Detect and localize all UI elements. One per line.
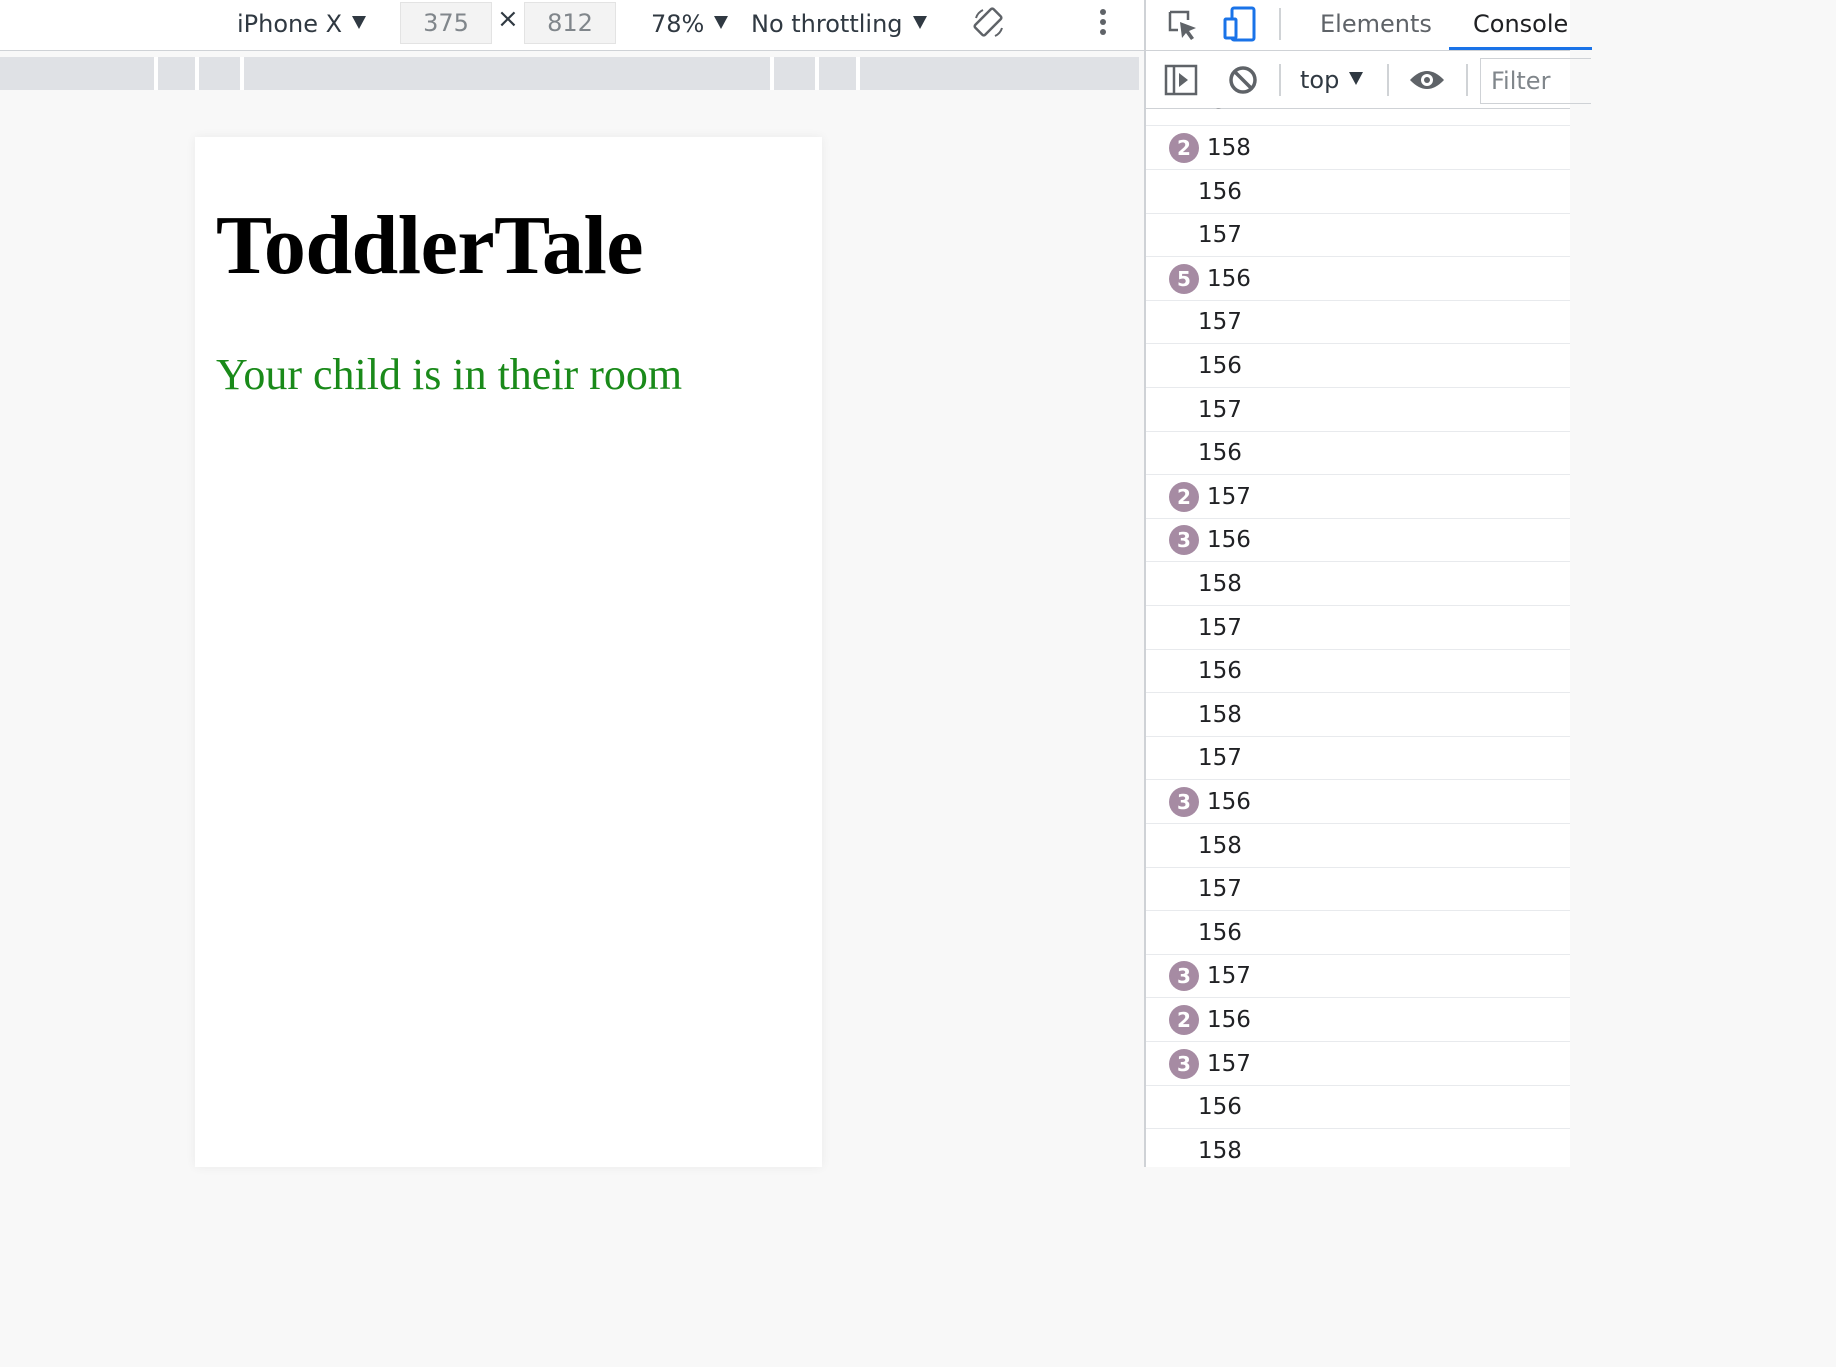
width-input[interactable]: 375 xyxy=(400,2,492,44)
chevron-down-icon xyxy=(352,15,367,29)
log-row: 158 xyxy=(1146,563,1570,606)
repeat-count-badge: 2 xyxy=(1169,133,1199,163)
log-row: 156 xyxy=(1146,345,1570,388)
devtools-panel: Elements Console top Filter 2 158 156 15… xyxy=(1144,0,1593,1167)
device-select-label: iPhone X xyxy=(237,10,343,38)
console-toolbar: top Filter xyxy=(1146,52,1591,109)
zoom-select-label: 78% xyxy=(651,10,705,38)
device-toolbar: iPhone X 375 × 812 78% No throttling xyxy=(0,0,1144,51)
more-options-icon[interactable] xyxy=(1100,9,1108,39)
log-row: 156 xyxy=(1146,912,1570,955)
dimension-separator: × xyxy=(497,4,519,34)
child-status-message: Your child is in their room xyxy=(216,350,683,399)
log-row: 156 xyxy=(1146,171,1570,214)
live-expression-eye-icon[interactable] xyxy=(1408,66,1446,98)
tab-elements[interactable]: Elements xyxy=(1320,0,1432,48)
console-log-list: 157 2 158 156 157 5 156 157 156 157 156 2 157 3 156 15… xyxy=(1146,108,1570,1167)
sidebar-toggle-icon[interactable] xyxy=(1164,64,1198,100)
inspect-element-icon[interactable] xyxy=(1166,8,1200,46)
log-row: 3 157 xyxy=(1146,1043,1570,1086)
log-value: 158 xyxy=(1207,135,1251,161)
log-row: 3 156 xyxy=(1146,519,1570,563)
log-value: 156 xyxy=(1198,919,1242,946)
log-value: 158 xyxy=(1198,571,1242,597)
log-value: 157 xyxy=(1198,309,1242,336)
log-value: 156 xyxy=(1198,178,1242,205)
log-value: 157 xyxy=(1207,963,1251,990)
log-value: 156 xyxy=(1198,658,1242,685)
log-value: 156 xyxy=(1207,527,1251,554)
log-value: 157 xyxy=(1207,1050,1251,1077)
log-row: 157 xyxy=(1146,607,1570,650)
repeat-count-badge: 3 xyxy=(1169,1048,1199,1079)
log-row: 2 158 xyxy=(1146,127,1570,170)
log-value: 157 xyxy=(1198,222,1242,249)
log-value: 157 xyxy=(1198,876,1242,903)
log-row: 157 xyxy=(1146,737,1570,781)
log-value: 157 xyxy=(1198,745,1242,772)
log-value: 158 xyxy=(1198,701,1242,728)
log-row: 157 xyxy=(1146,214,1570,258)
log-row: 158 xyxy=(1146,825,1570,868)
log-row: 158 xyxy=(1146,1130,1570,1167)
log-row: 157 xyxy=(1146,389,1570,432)
repeat-count-badge: 2 xyxy=(1169,1005,1199,1035)
log-row: 157 xyxy=(1146,868,1570,912)
repeat-count-badge: 2 xyxy=(1169,481,1199,512)
log-value: 156 xyxy=(1198,440,1242,467)
log-row: 157 xyxy=(1146,108,1570,126)
log-row: 158 xyxy=(1146,694,1570,737)
log-row: 157 xyxy=(1146,301,1570,345)
log-value: 157 xyxy=(1198,108,1242,114)
height-input[interactable]: 812 xyxy=(524,2,616,44)
repeat-count-badge: 3 xyxy=(1169,525,1199,556)
device-select[interactable]: iPhone X xyxy=(237,0,367,48)
throttling-select[interactable]: No throttling xyxy=(751,0,927,48)
chevron-down-icon xyxy=(912,15,927,29)
device-viewport: ToddlerTale Your child is in their room xyxy=(195,137,822,1167)
log-row: 156 xyxy=(1146,1086,1570,1130)
devtools-tabbar: Elements Console xyxy=(1146,0,1593,51)
log-value: 158 xyxy=(1198,832,1242,859)
log-row: 156 xyxy=(1146,650,1570,694)
media-query-bar[interactable] xyxy=(0,57,1139,90)
repeat-count-badge: 5 xyxy=(1169,263,1199,294)
tab-console[interactable]: Console xyxy=(1449,0,1593,50)
throttling-select-label: No throttling xyxy=(751,10,903,38)
chevron-down-icon xyxy=(1349,71,1364,85)
log-row: 2 157 xyxy=(1146,476,1570,519)
log-value: 158 xyxy=(1198,1137,1242,1164)
log-row: 2 156 xyxy=(1146,999,1570,1042)
log-row: 3 157 xyxy=(1146,955,1570,999)
repeat-count-badge: 3 xyxy=(1169,787,1199,817)
log-value: 157 xyxy=(1198,614,1242,641)
clear-console-icon[interactable] xyxy=(1228,65,1258,99)
repeat-count-badge: 3 xyxy=(1169,961,1199,992)
log-value: 156 xyxy=(1198,1094,1242,1121)
device-toggle-icon[interactable] xyxy=(1222,6,1258,46)
log-row: 3 156 xyxy=(1146,781,1570,824)
log-value: 156 xyxy=(1207,789,1251,815)
context-select[interactable]: top xyxy=(1300,52,1364,108)
chevron-down-icon xyxy=(714,15,729,29)
log-value: 157 xyxy=(1198,396,1242,423)
zoom-select[interactable]: 78% xyxy=(651,0,729,48)
context-select-label: top xyxy=(1300,66,1340,94)
log-row: 5 156 xyxy=(1146,258,1570,301)
log-value: 156 xyxy=(1207,265,1251,292)
log-value: 156 xyxy=(1198,353,1242,379)
log-value: 156 xyxy=(1207,1007,1251,1033)
log-row: 156 xyxy=(1146,432,1570,476)
log-value: 157 xyxy=(1207,483,1251,510)
console-filter-input[interactable]: Filter xyxy=(1480,58,1591,104)
rotate-icon[interactable] xyxy=(971,6,1007,46)
page-title: ToddlerTale xyxy=(216,199,644,292)
